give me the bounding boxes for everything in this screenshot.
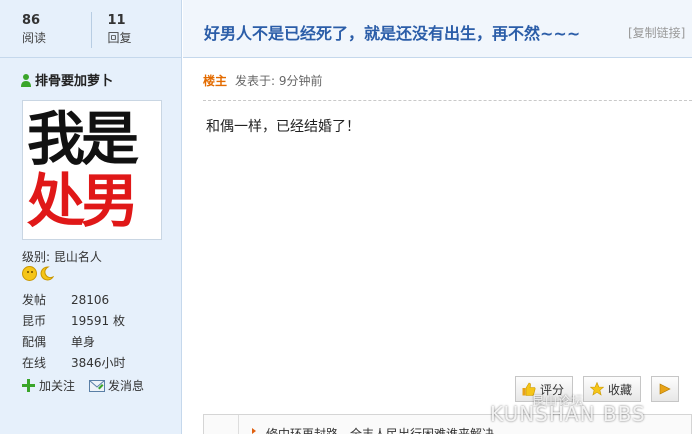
user-info-table: 发帖 28106 昆币 19591 枚 配偶 单身 在线 3846小时 [22,290,126,374]
share-button[interactable] [651,376,680,402]
posted-time: 发表于: 9分钟前 [235,74,323,88]
favorite-button[interactable]: 收藏 [583,376,642,402]
views-label: 阅读 [22,31,47,45]
signature-box: 修中环再封路，全丰人民出行困难谁来解决 昆山 [203,414,692,434]
smiley-medal-icon [22,266,37,281]
thumbs-up-icon [522,382,536,396]
level-value: 昆山名人 [53,250,102,264]
post-divider [203,100,692,101]
username[interactable]: 排骨要加萝卜 [35,70,113,89]
avatar[interactable]: 我是 处男 [22,100,162,240]
info-key: 昆币 [22,314,47,328]
info-value: 19591 枚 [71,314,125,328]
info-value: 3846小时 [71,356,126,370]
info-key: 在线 [22,356,47,370]
username-row[interactable]: 排骨要加萝卜 [20,70,113,89]
envelope-icon [89,379,106,392]
arrow-right-icon [252,428,256,434]
thread-title: 好男人不是已经死了，就是还没有出生，再不然~~~ [204,24,581,43]
info-value: 28106 [71,293,110,307]
send-message-button[interactable]: 发消息 [89,377,144,394]
post-body: 和偶一样，已经结婚了！ [206,119,360,135]
info-key: 发帖 [22,293,47,307]
user-level: 级别: 昆山名人 [22,248,102,265]
views-stat: 86 阅读 [0,0,91,57]
rate-button[interactable]: 评分 [515,376,574,402]
user-actions: 加关注 发消息 [22,377,144,394]
favorite-label: 收藏 [608,382,633,397]
level-label: 级别: [22,250,51,264]
message-label: 发消息 [108,379,145,393]
online-user-icon [21,73,31,87]
info-row: 配偶 单身 [22,332,126,353]
thread-title-bar: 好男人不是已经死了，就是还没有出生，再不然~~~ [复制链接] [183,0,692,58]
share-icon [659,383,671,395]
replies-label: 回复 [107,31,132,45]
avatar-text-line2: 处男 [27,167,139,235]
info-row: 在线 3846小时 [22,353,126,374]
user-sidebar: 86 阅读 11 回复 排骨要加萝卜 我是 处男 级别: 昆山名人 发帖 281… [0,0,182,434]
signature-divider [238,415,239,434]
floor-label: 楼主 [203,74,228,88]
page: 86 阅读 11 回复 排骨要加萝卜 我是 处男 级别: 昆山名人 发帖 281… [0,0,692,434]
replies-count: 11 [107,13,126,28]
copy-link-button[interactable]: [复制链接] [628,24,685,41]
info-value: 单身 [71,335,96,349]
avatar-text-line1: 我是 [27,105,139,173]
post-actions: 评分 收藏 [515,376,680,402]
moon-medal-icon [40,266,54,281]
star-icon [590,382,605,396]
views-count: 86 [22,13,41,28]
thread-stats: 86 阅读 11 回复 [0,0,181,58]
follow-button[interactable]: 加关注 [22,377,75,394]
info-row: 昆币 19591 枚 [22,311,126,332]
plus-icon [22,379,35,392]
info-key: 配偶 [22,335,47,349]
medals [22,266,54,281]
follow-label: 加关注 [39,379,76,393]
info-row: 发帖 28106 [22,290,126,311]
post-header: 楼主 发表于: 9分钟前 [203,72,323,89]
replies-stat: 11 回复 [90,12,181,48]
signature-link[interactable]: 修中环再封路，全丰人民出行困难谁来解决 [266,425,494,434]
rate-label: 评分 [540,382,565,397]
